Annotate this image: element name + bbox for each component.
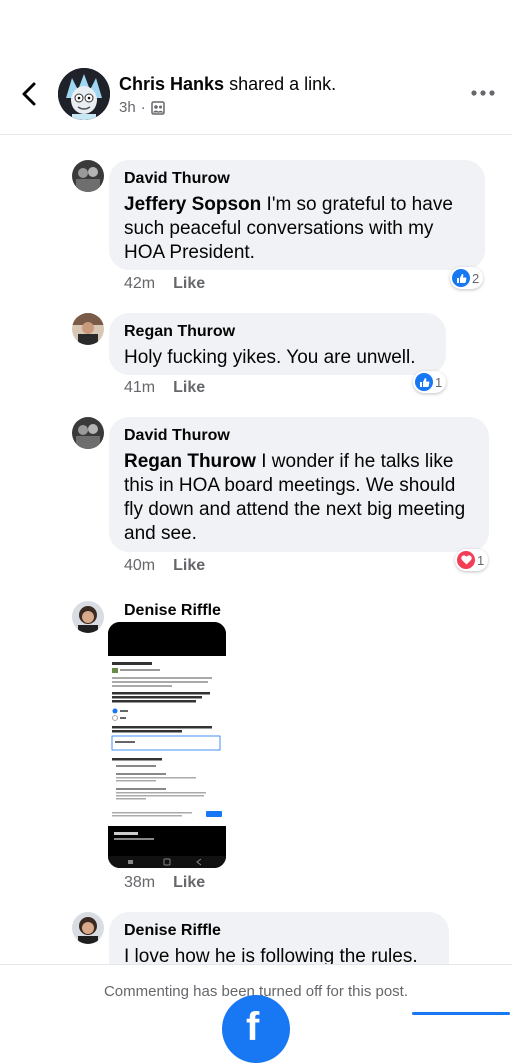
comment-bubble: David Thurow Regan Thurow I wonder if he… [109, 417, 489, 552]
post-header: Chris Hanks shared a link. 3h · [0, 0, 512, 135]
commenter-name[interactable]: Regan Thurow [124, 322, 431, 342]
comment-bubble: Regan Thurow Holy fucking yikes. You are… [109, 313, 446, 375]
commenter-name[interactable]: David Thurow [124, 426, 474, 446]
reaction-count[interactable]: 1 [413, 371, 447, 393]
facebook-f-icon: f [246, 1005, 260, 1049]
meta-dot: · [140, 99, 146, 116]
comment-bubble: David Thurow Jeffery Sopson I'm so grate… [109, 160, 485, 270]
post-action: shared a link. [229, 74, 337, 94]
scroll-indicator [412, 1012, 510, 1015]
commenter-avatar[interactable] [72, 160, 104, 192]
reaction-count[interactable]: 2 [450, 267, 484, 289]
comment-time: 41m [124, 379, 156, 396]
more-options-icon[interactable] [470, 86, 496, 100]
comment-text: Jeffery Sopson I'm so grateful to have s… [124, 193, 470, 265]
commenter-name[interactable]: David Thurow [124, 169, 470, 189]
reaction-number: 1 [435, 374, 443, 390]
commenter-name[interactable]: Denise Riffle [124, 921, 434, 941]
mention[interactable]: Regan Thurow [124, 451, 256, 472]
commenter-avatar[interactable] [72, 912, 104, 944]
commenter-avatar[interactable] [72, 601, 104, 633]
comment-meta: 42m Like [124, 275, 205, 293]
author-name[interactable]: Chris Hanks [119, 74, 224, 94]
facebook-logo-button[interactable]: f [222, 995, 290, 1063]
comment-meta: 41m Like [124, 379, 205, 397]
group-icon [150, 100, 165, 115]
like-reaction-icon [415, 373, 433, 391]
mention[interactable]: Jeffery Sopson [124, 194, 261, 215]
author-avatar[interactable] [58, 68, 110, 120]
comment-image-attachment[interactable] [108, 622, 226, 868]
like-button[interactable]: Like [173, 874, 205, 892]
reaction-number: 2 [472, 270, 480, 286]
comment-text: Holy fucking yikes. You are unwell. [124, 346, 431, 370]
love-reaction-icon [457, 551, 475, 569]
commenter-avatar[interactable] [72, 313, 104, 345]
post-time[interactable]: 3h [119, 99, 136, 116]
reaction-number: 1 [477, 552, 485, 568]
comment-body: Holy fucking yikes. You are unwell. [124, 347, 416, 368]
comment-time: 42m [124, 275, 156, 292]
like-button[interactable]: Like [173, 379, 205, 397]
comment-time: 40m [124, 557, 156, 574]
comment-time: 38m [124, 874, 156, 891]
comment-meta: 38m Like [124, 874, 205, 892]
post-title: Chris Hanks shared a link. [119, 74, 336, 95]
like-button[interactable]: Like [173, 275, 205, 293]
comment-text: Regan Thurow I wonder if he talks like t… [124, 450, 474, 546]
like-reaction-icon [452, 269, 470, 287]
commenter-name[interactable]: Denise Riffle [124, 601, 221, 621]
back-arrow-icon[interactable] [18, 80, 42, 108]
post-meta: 3h · [119, 99, 165, 116]
like-button[interactable]: Like [173, 557, 205, 575]
comment-meta: 40m Like [124, 557, 205, 575]
reaction-count[interactable]: 1 [455, 549, 489, 571]
commenter-avatar[interactable] [72, 417, 104, 449]
